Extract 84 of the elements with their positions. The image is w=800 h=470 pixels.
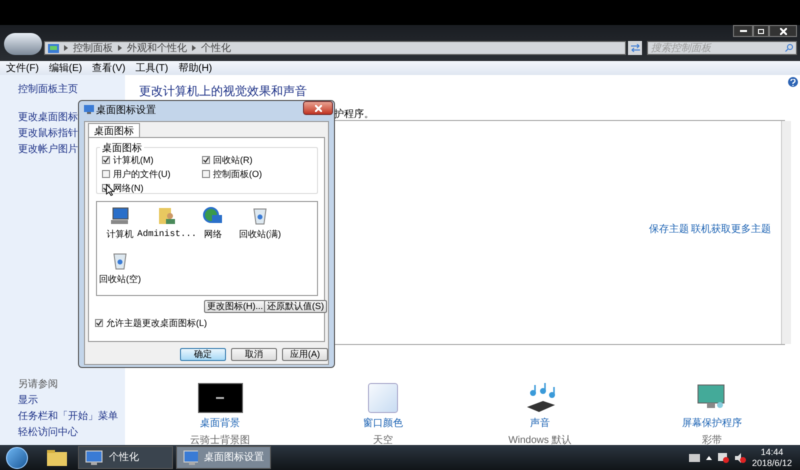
menu-item[interactable]: 编辑(E)	[48, 60, 82, 76]
speaker-muted-icon[interactable]	[734, 452, 746, 462]
search-icon	[785, 44, 793, 52]
setting-value: 云骑士背景图	[190, 434, 250, 448]
scrollbar[interactable]	[781, 121, 791, 344]
dialog-tab[interactable]: 桌面图标	[88, 123, 140, 138]
wallpaper-thumbnail[interactable]	[198, 383, 242, 413]
color-swatch[interactable]	[368, 383, 398, 413]
taskbar-button[interactable]: 个性化	[78, 446, 173, 469]
checkbox-label[interactable]: 回收站(R)	[213, 155, 252, 165]
checkbox-label[interactable]: 允许主题更改桌面图标(L)	[106, 318, 207, 328]
user-folder-icon	[158, 207, 176, 225]
dialog-title: 桌面图标设置	[96, 104, 156, 118]
control-panel-icon	[48, 44, 59, 52]
monitor-icon	[183, 450, 198, 466]
checkbox[interactable]	[102, 156, 110, 164]
sidebar-link[interactable]: 控制面板主页	[18, 82, 78, 97]
sidebar-link[interactable]: 任务栏和「开始」菜单	[18, 409, 118, 424]
checkbox[interactable]	[202, 156, 210, 164]
breadcrumb-item[interactable]: 个性化	[201, 40, 231, 56]
theme-link[interactable]: 保存主题	[649, 222, 689, 237]
icon-action-button[interactable]: 更改图标(H)...	[204, 300, 266, 313]
icon-action-button[interactable]: 还原默认值(S)	[264, 300, 327, 313]
menu-item[interactable]: 帮助(H)	[178, 60, 212, 76]
chevron-right-icon	[118, 45, 122, 51]
setting-label[interactable]: 桌面背景	[200, 416, 240, 431]
recycle-bin-icon	[252, 207, 268, 225]
breadcrumb-item[interactable]: 控制面板	[73, 40, 113, 56]
start-button[interactable]	[6, 446, 28, 468]
sidebar-link[interactable]: 更改桌面图标	[18, 110, 78, 125]
taskbar-button[interactable]: 桌面图标设置	[176, 446, 271, 469]
address-bar[interactable]: 控制面板 外观和个性化 个性化	[44, 41, 626, 55]
setting-value: 天空	[373, 434, 393, 448]
computer-icon	[110, 207, 130, 225]
page-heading: 更改计算机上的视觉效果和声音	[139, 85, 307, 98]
dialog-button[interactable]: 取消	[231, 348, 277, 361]
checkbox-label[interactable]: 计算机(M)	[113, 155, 154, 165]
icon-label[interactable]: 计算机	[106, 228, 134, 242]
icon-label[interactable]: Administ...	[137, 228, 197, 242]
chevron-right-icon	[64, 45, 68, 51]
close-button[interactable]	[769, 25, 797, 37]
close-icon	[780, 28, 786, 34]
keyboard-icon[interactable]	[688, 454, 700, 462]
menu-item[interactable]: 查看(V)	[92, 60, 126, 76]
setting-value: 彩带	[702, 434, 722, 448]
checkbox-label[interactable]: 控制面板(O)	[213, 169, 262, 179]
dialog-app-icon	[84, 105, 94, 114]
dialog-close-button[interactable]	[303, 101, 333, 115]
dialog-button[interactable]: 应用(A)	[282, 348, 328, 361]
icon-label[interactable]: 回收站(满)	[239, 228, 281, 242]
theme-link[interactable]: 联机获取更多主题	[691, 222, 771, 237]
setting-label[interactable]: 屏幕保护程序	[682, 416, 742, 431]
restore-button[interactable]	[753, 25, 769, 37]
monitor-icon	[85, 450, 103, 466]
checkbox[interactable]	[95, 319, 103, 327]
checkbox[interactable]	[102, 170, 110, 178]
mouse-cursor-icon	[106, 184, 114, 196]
recycle-bin-icon	[112, 252, 128, 270]
globe-monitor-icon	[203, 207, 223, 225]
menu-item[interactable]: 工具(T)	[135, 60, 168, 76]
network-error-icon[interactable]	[718, 452, 729, 462]
sidebar-link[interactable]: 轻松访问中心	[18, 425, 78, 440]
setting-label[interactable]: 窗口颜色	[363, 416, 403, 431]
tray-arrow-icon[interactable]	[706, 456, 712, 460]
clock[interactable]: 14:44 2018/6/12	[752, 446, 792, 468]
sidebar-link[interactable]: 更改帐户图片	[18, 142, 78, 157]
checkbox[interactable]	[202, 170, 210, 178]
sidebar-link[interactable]: 显示	[18, 393, 38, 408]
icon-label[interactable]: 网络	[204, 228, 222, 242]
see-also-heading: 另请参阅	[18, 378, 58, 392]
folder-icon[interactable]	[46, 448, 68, 466]
checkbox-label[interactable]: 用户的文件(U)	[113, 169, 170, 179]
dialog-button[interactable]: 确定	[180, 348, 226, 361]
refresh-icon[interactable]	[628, 41, 642, 55]
menu-item[interactable]: 文件(F)	[6, 60, 39, 76]
breadcrumb-item[interactable]: 外观和个性化	[127, 40, 187, 56]
minimize-button[interactable]	[733, 25, 753, 37]
setting-value: Windows 默认	[508, 434, 572, 448]
icon-label[interactable]: 回收站(空)	[99, 273, 141, 286]
chevron-right-icon	[192, 45, 196, 51]
checkbox-label[interactable]: 网络(N)	[113, 183, 144, 193]
setting-label[interactable]: 声音	[530, 416, 550, 431]
sidebar-link[interactable]: 更改鼠标指针	[18, 126, 78, 141]
close-icon	[314, 104, 322, 112]
